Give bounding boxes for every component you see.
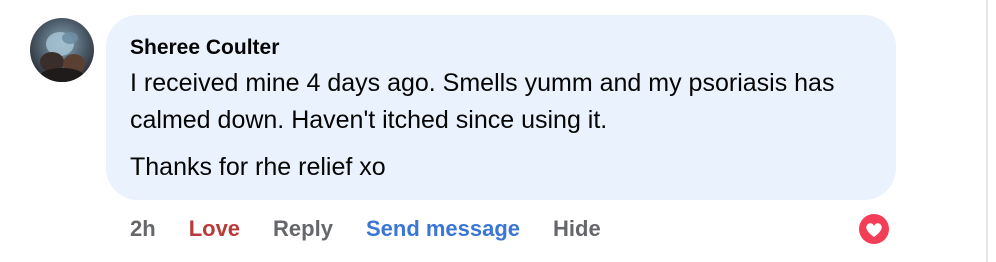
comment-timestamp[interactable]: 2h — [130, 216, 156, 242]
comment-text-paragraph-1: I received mine 4 days ago. Smells yumm … — [130, 69, 835, 134]
comment-text-paragraph-2: Thanks for rhe relief xo — [130, 153, 386, 181]
avatar[interactable] — [30, 18, 94, 82]
hide-button[interactable]: Hide — [553, 216, 601, 242]
avatar-photo — [30, 18, 94, 82]
comment-author[interactable]: Sheree Coulter — [130, 35, 872, 61]
reaction-summary[interactable] — [856, 211, 892, 247]
comment-bubble: Sheree Coulter I received mine 4 days ag… — [106, 15, 896, 200]
love-reaction-button[interactable]: Love — [189, 216, 240, 242]
comment-actions: 2h Love Reply Send message Hide — [130, 212, 601, 246]
right-edge-divider — [986, 0, 988, 262]
heart-icon — [857, 212, 891, 246]
send-message-button[interactable]: Send message — [366, 216, 520, 242]
reply-button[interactable]: Reply — [273, 216, 333, 242]
